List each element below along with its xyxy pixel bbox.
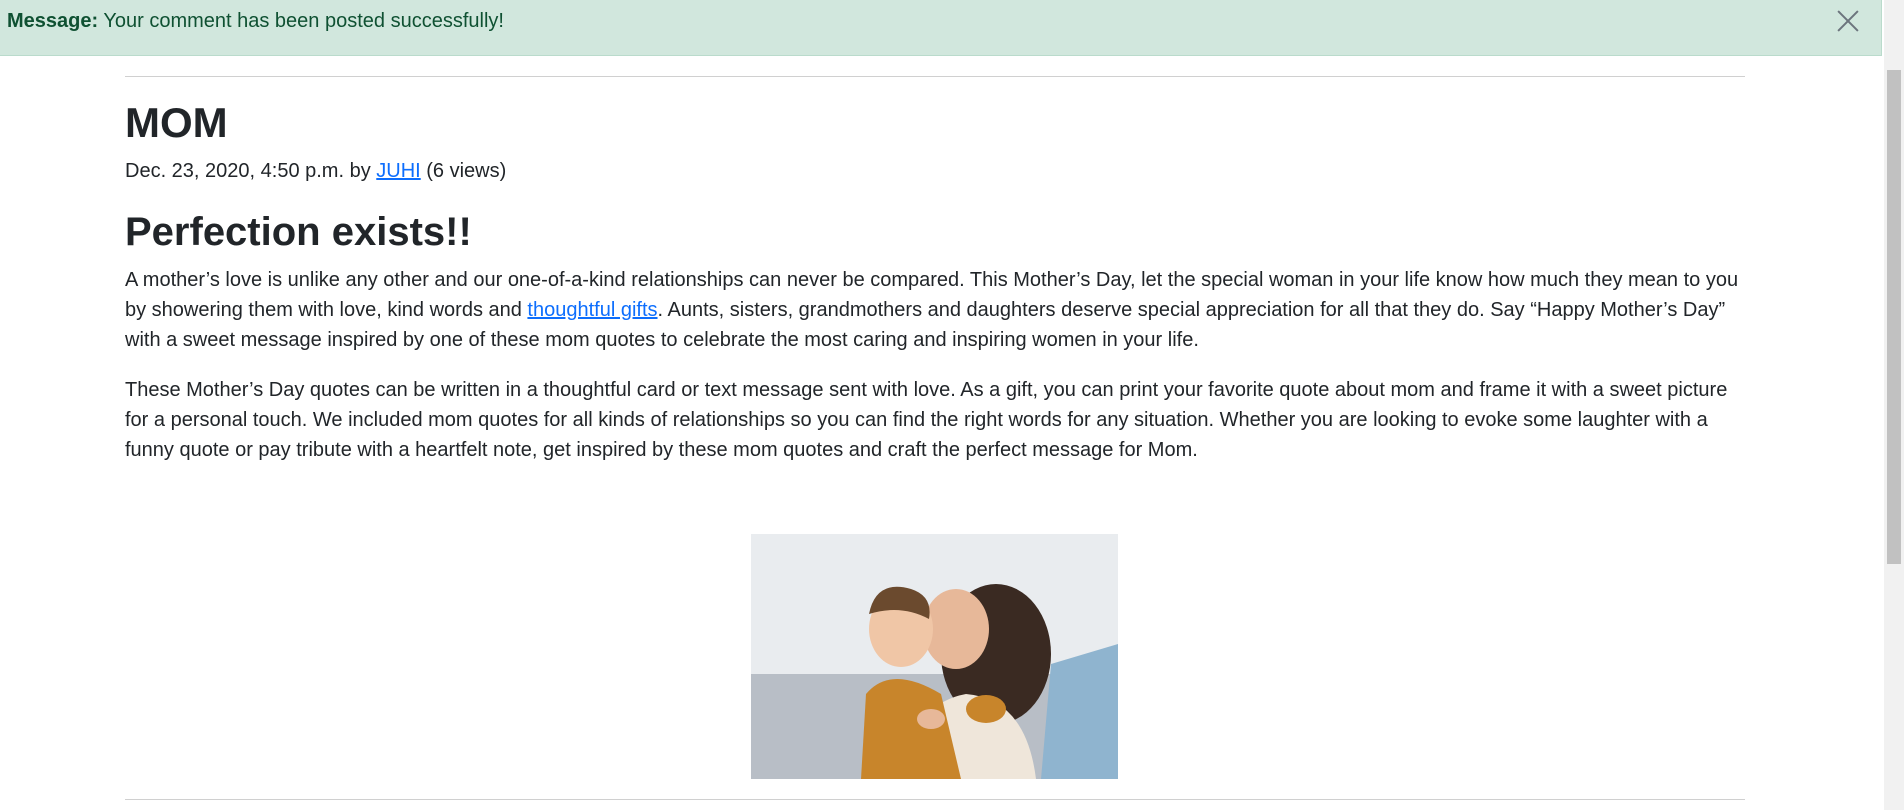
- scrollbar-thumb[interactable]: [1887, 70, 1901, 564]
- bottom-divider: [125, 799, 1745, 800]
- alert-label: Message:: [7, 10, 99, 32]
- view-count: (6 views): [420, 160, 507, 182]
- paragraph-1: A mother’s love is unlike any other and …: [125, 265, 1745, 355]
- paragraph-2: These Mother’s Day quotes can be written…: [125, 379, 1728, 461]
- post-headline: Perfection exists!!: [125, 210, 472, 254]
- post-meta: Dec. 23, 2020, 4:50 p.m. by JUHI (6 view…: [125, 158, 506, 184]
- post-title: MOM: [125, 99, 228, 146]
- post-date: Dec. 23, 2020, 4:50 p.m. by: [125, 160, 377, 182]
- author-link[interactable]: JUHI: [376, 160, 420, 182]
- post-image: [751, 534, 1118, 779]
- mother-child-photo: [751, 534, 1118, 779]
- thoughtful-gifts-link[interactable]: thoughtful gifts: [527, 299, 657, 321]
- success-alert: Message: Your comment has been posted su…: [0, 0, 1882, 56]
- top-divider: [125, 76, 1745, 77]
- alert-message: Your comment has been posted successfull…: [98, 10, 504, 32]
- close-icon[interactable]: [1833, 6, 1863, 36]
- page-scrollbar[interactable]: [1884, 0, 1904, 810]
